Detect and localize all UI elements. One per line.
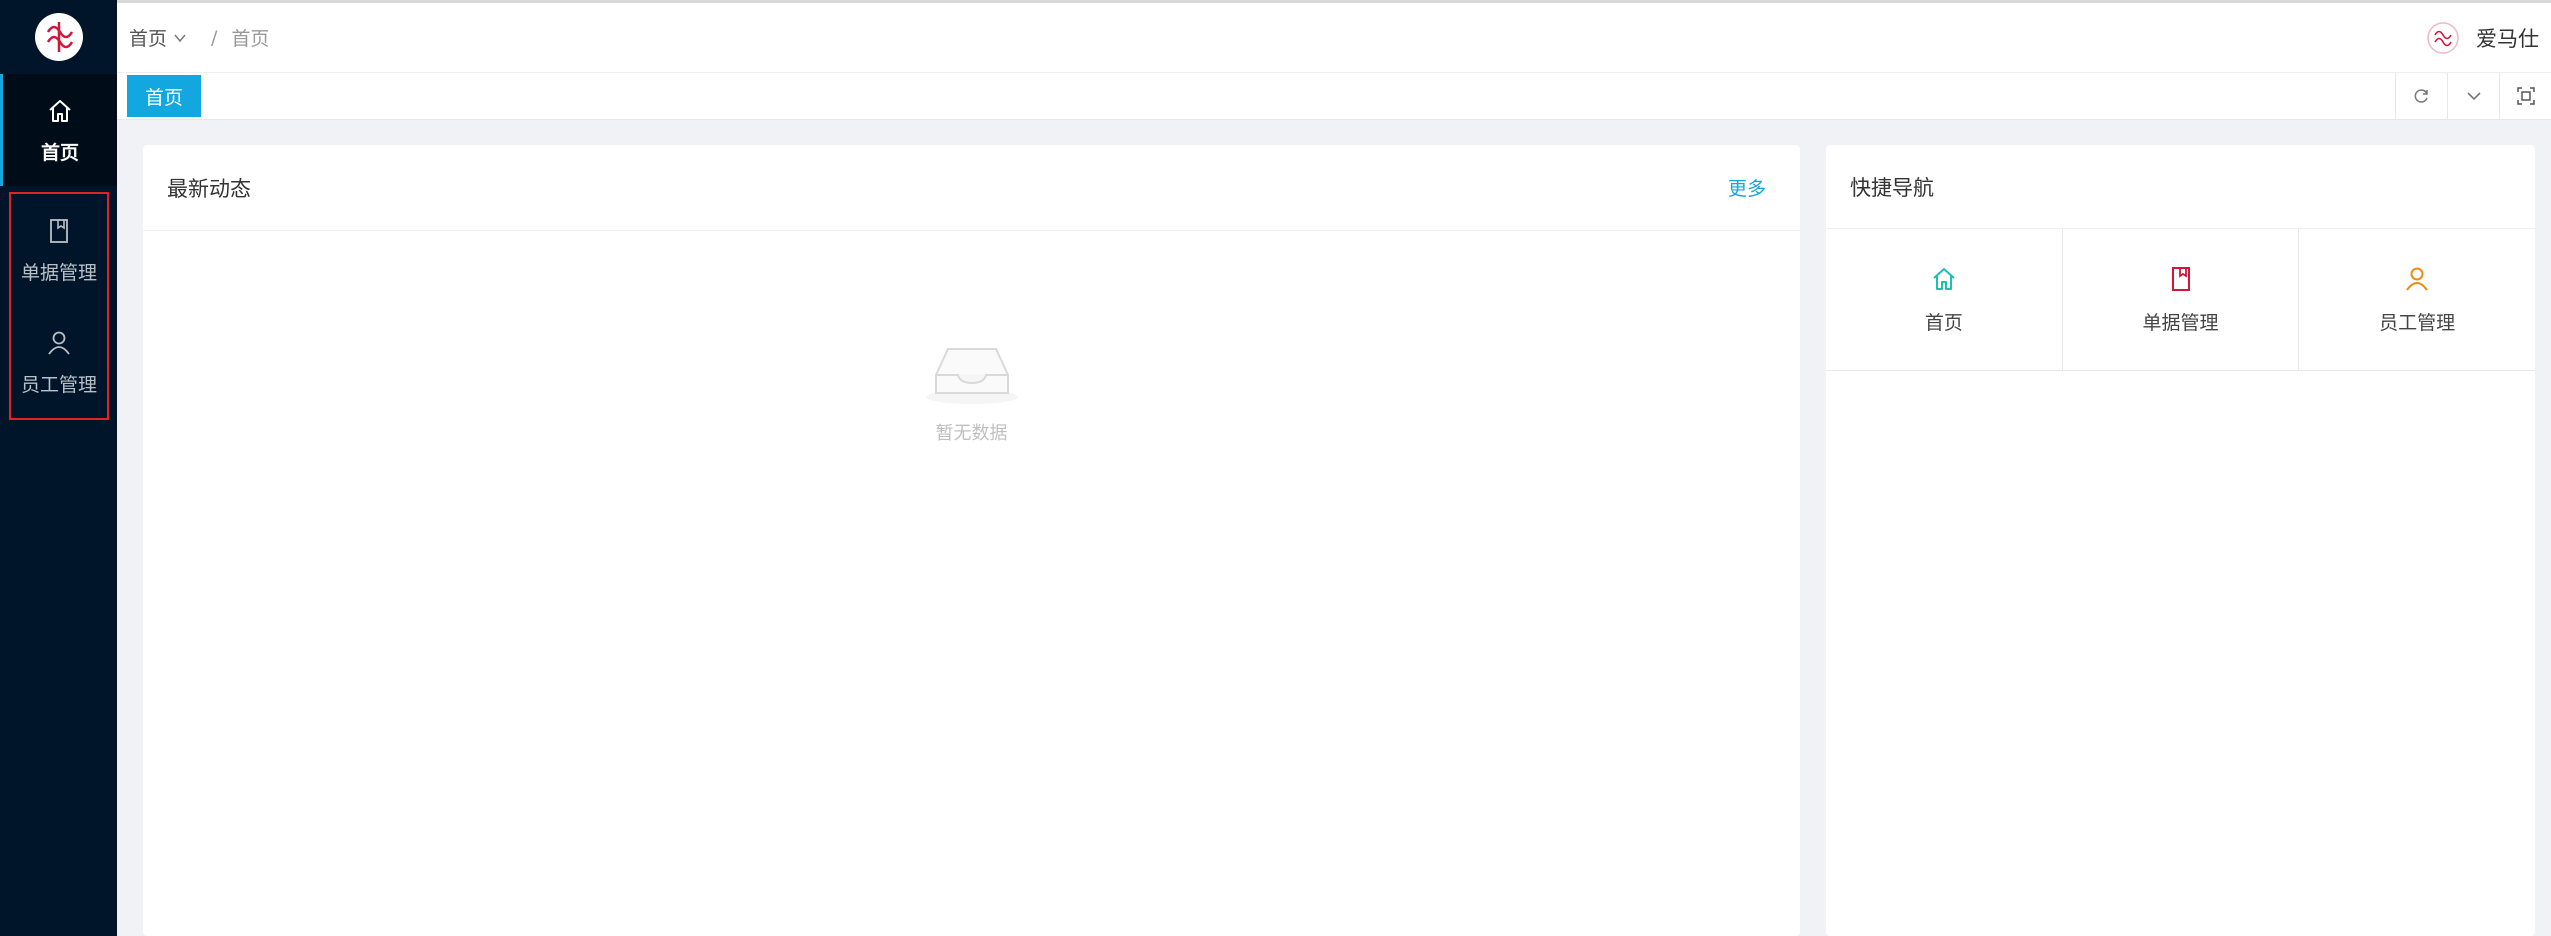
breadcrumb-current: 首页 (231, 28, 270, 50)
tab-home[interactable]: 首页 (127, 75, 202, 117)
quick-nav-documents[interactable]: 单据管理 (2063, 229, 2300, 370)
tabs-dropdown-button[interactable] (2447, 73, 2499, 119)
document-icon (50, 218, 68, 243)
user-menu[interactable]: 爱马仕 (2426, 21, 2539, 55)
sidebar-item-label: 单据管理 (20, 261, 97, 284)
sidebar-item-label: 员工管理 (20, 373, 97, 396)
empty-state: 暂无数据 (143, 335, 1800, 445)
avatar (2427, 21, 2459, 54)
news-card-title: 最新动态 (167, 176, 251, 201)
sidebar-item-label: 首页 (40, 141, 79, 164)
username: 爱马仕 (2476, 26, 2539, 51)
app-root: 首页 单据管理 员工管理 首页 / 首页 爱马仕 首页 最新动态 更多 暂无数据… (0, 0, 2551, 936)
home-icon (49, 99, 71, 122)
quick-nav-card: 快捷导航 首页 单据管理 员工管理 (1826, 145, 2535, 936)
quick-nav-header: 快捷导航 (1826, 145, 2535, 229)
sidebar-highlight-box: 单据管理 员工管理 (9, 192, 109, 420)
tabs-bar: 首页 (117, 72, 2551, 120)
sidebar-item-documents[interactable]: 单据管理 (11, 194, 107, 306)
news-card-header: 最新动态 更多 (143, 145, 1800, 231)
sidebar-item-home[interactable]: 首页 (0, 74, 117, 186)
chevron-down-icon[interactable] (173, 31, 187, 45)
chevron-down-icon (2466, 92, 2481, 101)
sidebar: 首页 单据管理 员工管理 (0, 0, 117, 936)
logo-icon (34, 13, 83, 61)
quick-nav-employees[interactable]: 员工管理 (2299, 229, 2535, 370)
tab-tools (2395, 73, 2551, 119)
fullscreen-button[interactable] (2499, 73, 2551, 119)
quick-nav-title: 快捷导航 (1850, 175, 1934, 200)
refresh-icon (2414, 89, 2428, 103)
more-link[interactable]: 更多 (1728, 174, 1766, 201)
empty-text: 暂无数据 (935, 423, 1008, 444)
document-icon (2171, 267, 2190, 291)
news-card: 最新动态 更多 暂无数据 (143, 145, 1800, 936)
logo[interactable] (0, 0, 117, 74)
sidebar-item-employees[interactable]: 员工管理 (11, 306, 107, 418)
refresh-button[interactable] (2395, 73, 2447, 119)
quick-nav-label: 员工管理 (2379, 312, 2456, 334)
home-icon (1933, 268, 1955, 290)
quick-nav-label: 首页 (1924, 312, 1963, 334)
quick-nav-grid: 首页 单据管理 员工管理 (1826, 229, 2535, 371)
breadcrumb: 首页 / 首页 (129, 24, 269, 51)
quick-nav-home[interactable]: 首页 (1826, 229, 2063, 370)
user-icon (2406, 267, 2428, 291)
top-header: 首页 / 首页 爱马仕 (117, 0, 2551, 72)
empty-inbox-icon (925, 348, 1018, 404)
breadcrumb-root[interactable]: 首页 (129, 24, 167, 51)
fullscreen-icon (2516, 87, 2535, 105)
quick-nav-label: 单据管理 (2142, 312, 2219, 334)
breadcrumb-separator: / (211, 26, 218, 49)
user-icon (48, 331, 70, 355)
